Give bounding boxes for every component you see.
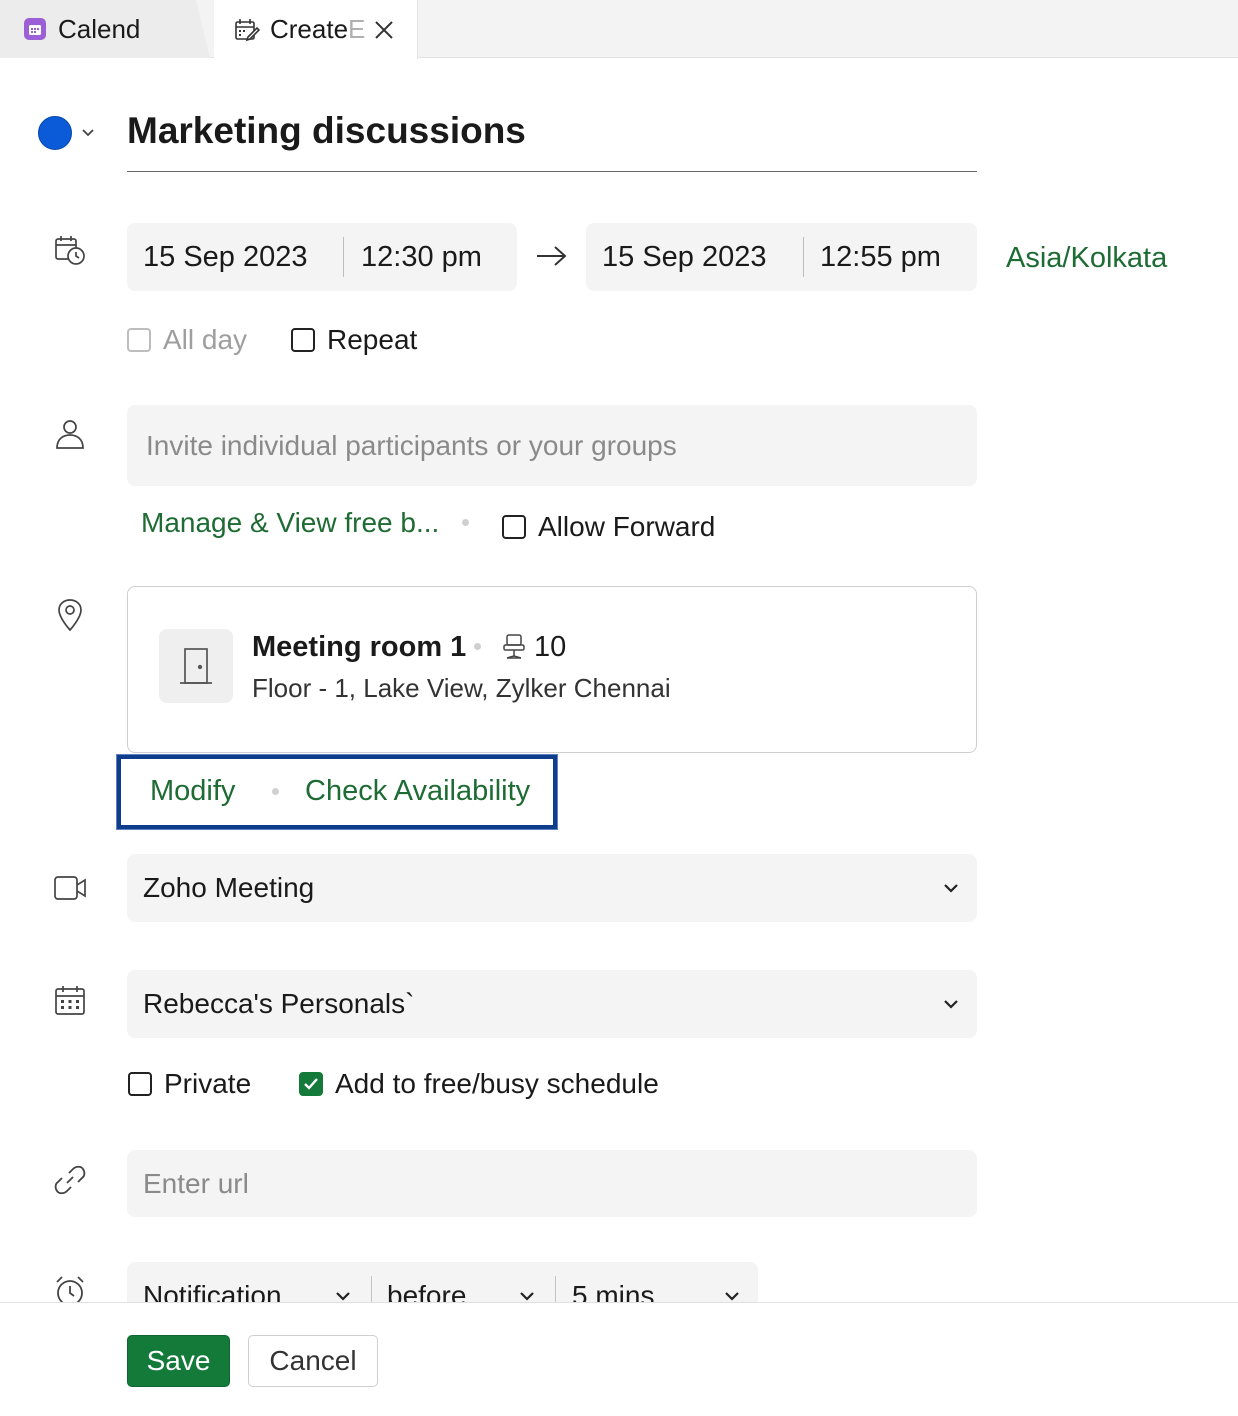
room-capacity: 10 <box>534 631 567 663</box>
room-name: Meeting room 1 <box>252 631 467 663</box>
room-address: Floor - 1, Lake View, Zylker Chennai <box>252 673 671 703</box>
cancel-button[interactable]: Cancel <box>248 1335 378 1387</box>
participants-field[interactable]: Invite individual participants or your g… <box>127 405 977 486</box>
conference-select[interactable]: Zoho Meeting <box>127 854 977 922</box>
free-busy-checkbox[interactable]: Add to free/busy schedule <box>299 1068 659 1100</box>
arrow-right-icon <box>535 242 569 270</box>
checkbox[interactable] <box>127 328 151 352</box>
tab-create-label: Create <box>270 14 349 44</box>
tab-bar: Calend Create E <box>0 0 1238 59</box>
timezone-link[interactable]: Asia/Kolkata <box>1006 242 1167 275</box>
all-day-label: All day <box>163 324 248 355</box>
tab-create-event[interactable]: Create E <box>214 0 418 59</box>
repeat-checkbox[interactable]: Repeat <box>291 324 417 356</box>
url-placeholder: Enter url <box>143 1168 249 1199</box>
reminder-type-select[interactable]: Notification <box>143 1262 282 1302</box>
divider <box>803 237 804 277</box>
alarm-clock-icon <box>52 1274 88 1302</box>
reminder-relation-select[interactable]: before <box>387 1262 466 1302</box>
event-color-picker[interactable] <box>38 116 72 150</box>
close-icon[interactable] <box>373 19 395 41</box>
start-datetime-field: 15 Sep 2023 12:30 pm <box>127 223 517 291</box>
calendar-app-icon <box>22 16 48 42</box>
url-input[interactable]: Enter url <box>127 1150 977 1217</box>
separator-dot <box>462 519 469 526</box>
calendar-value: Rebecca's Personals` <box>143 988 415 1019</box>
checkbox[interactable] <box>291 328 315 352</box>
chevron-down-icon[interactable] <box>80 124 96 140</box>
person-icon <box>52 416 88 452</box>
separator-dot <box>474 643 481 650</box>
free-busy-label: Add to free/busy schedule <box>335 1068 659 1099</box>
end-date-input[interactable]: 15 Sep 2023 <box>602 223 766 291</box>
allow-forward-label: Allow Forward <box>538 511 716 542</box>
checkbox[interactable] <box>128 1072 152 1096</box>
link-icon <box>52 1162 88 1198</box>
tab-create-label-faded: E <box>348 14 366 44</box>
start-time-input[interactable]: 12:30 pm <box>361 223 482 291</box>
all-day-checkbox[interactable]: All day <box>127 324 247 356</box>
event-title-input[interactable]: Marketing discussions <box>127 110 977 172</box>
tab-calendar-label: Calend <box>58 13 141 44</box>
conference-value: Zoho Meeting <box>143 872 315 903</box>
checkbox-checked[interactable] <box>299 1072 323 1096</box>
allow-forward-checkbox[interactable]: Allow Forward <box>502 511 715 543</box>
modify-link[interactable]: Modify <box>150 775 235 808</box>
tab-calendar[interactable]: Calend <box>0 0 210 58</box>
calendar-icon <box>52 982 88 1018</box>
checkbox[interactable] <box>502 515 526 539</box>
chair-icon <box>502 633 526 661</box>
reminder-row: Notification before 5 mins <box>127 1262 758 1302</box>
chevron-down-icon <box>517 1286 537 1302</box>
divider <box>343 237 344 277</box>
separator-dot <box>272 788 279 795</box>
divider <box>555 1276 556 1302</box>
repeat-label: Repeat <box>327 324 418 355</box>
reminder-duration-select[interactable]: 5 mins <box>572 1262 654 1302</box>
save-button[interactable]: Save <box>127 1335 230 1387</box>
meeting-room-card[interactable]: Meeting room 1 10 Floor - 1, Lake View, … <box>127 586 977 753</box>
start-date-input[interactable]: 15 Sep 2023 <box>143 223 307 291</box>
end-datetime-field: 15 Sep 2023 12:55 pm <box>586 223 977 291</box>
calendar-clock-icon <box>52 232 88 268</box>
reminder-field: Notification before 5 mins <box>127 1262 758 1302</box>
chevron-down-icon <box>941 878 961 898</box>
divider <box>371 1276 372 1302</box>
check-availability-link[interactable]: Check Availability <box>305 775 530 808</box>
end-time-input[interactable]: 12:55 pm <box>820 223 941 291</box>
chevron-down-icon <box>333 1286 353 1302</box>
video-camera-icon <box>52 870 88 906</box>
chevron-down-icon <box>941 994 961 1014</box>
door-icon <box>159 629 233 703</box>
location-pin-icon <box>52 597 88 633</box>
calendar-select[interactable]: Rebecca's Personals` <box>127 970 977 1038</box>
manage-free-busy-link[interactable]: Manage & View free b... <box>141 507 439 539</box>
private-checkbox[interactable]: Private <box>128 1068 251 1100</box>
participants-placeholder: Invite individual participants or your g… <box>146 430 677 461</box>
chevron-down-icon <box>722 1286 742 1302</box>
edit-calendar-icon <box>234 17 260 43</box>
private-label: Private <box>164 1068 252 1099</box>
